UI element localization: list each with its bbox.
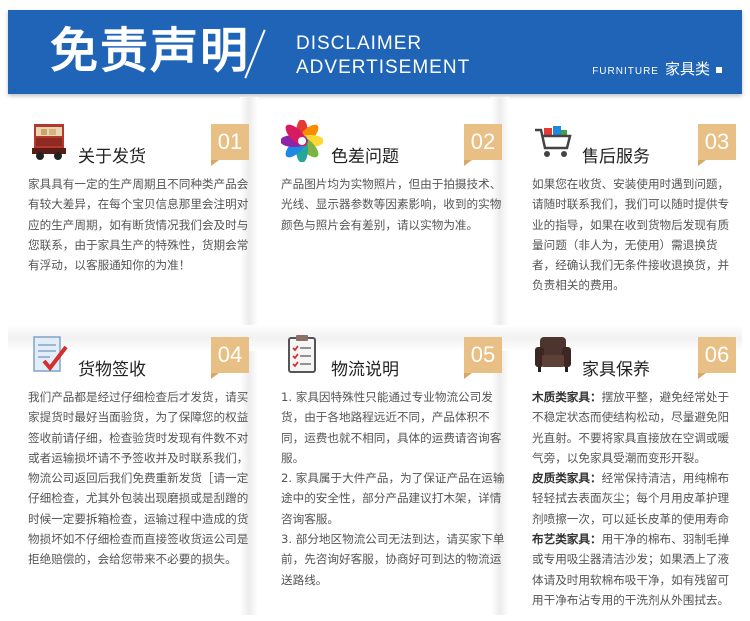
number-badge: 06	[698, 337, 736, 379]
care-item-leather: 皮质类家具：经常保持清洁，用纯棉布轻轻拭去表面灰尘；每个月用皮革护理剂喷擦一次，…	[532, 468, 740, 529]
card-text: 产品图片均为实物照片，但由于拍摄技术、光线、显示器参数等因素影响，收到的实物颜色…	[281, 177, 502, 232]
delivery-truck-icon	[32, 124, 66, 160]
card-text: 我们产品都是经过仔细检查后才发货，请买家提货时最好当面验货，为了保障您的权益签收…	[28, 390, 249, 567]
card-title: 物流说明	[331, 360, 399, 380]
armchair-icon	[535, 337, 571, 372]
card-logistics: 物流说明 05 1. 家具因特殊性只能通过专业物流公司发货，由于各地路程远近不同…	[281, 333, 506, 590]
card-body: 产品图片均为实物照片，但由于拍摄技术、光线、显示器参数等因素影响，收到的实物颜色…	[281, 174, 506, 235]
card-text: 家具具有一定的生产周期且不同种类产品会有较大差异，在每个宝贝信息那里会注明对应的…	[28, 177, 249, 273]
card-paragraph: 3. 部分地区物流公司无法到达，请买家下单前，先咨询好客服，协商好可到达的物流运…	[281, 532, 505, 587]
header-banner: 免责声明 DISCLAIMER ADVERTISEMENT FURNITURE 家…	[8, 10, 742, 94]
care-label: 布艺类家具：	[532, 532, 602, 547]
card-body: 家具具有一定的生产周期且不同种类产品会有较大差异，在每个宝贝信息那里会注明对应的…	[28, 174, 253, 275]
category-english: FURNITURE	[592, 66, 659, 77]
card-title: 色差问题	[331, 147, 399, 167]
card-title: 售后服务	[582, 147, 650, 167]
card-after-sales: 售后服务 03 如果您在收货、安装使用时遇到问题，请随时联系我们，我们可以随时提…	[532, 120, 740, 296]
number-badge: 01	[211, 124, 249, 166]
care-item-wood: 木质类家具：摆放平整，避免经常处于不稳定状态而使结构松动，尽量避免阳光直射。不要…	[532, 387, 740, 468]
card-paragraph: 1. 家具因特殊性只能通过专业物流公司发货，由于各地路程远近不同，产品体积不同，…	[281, 390, 502, 465]
care-label: 木质类家具：	[532, 390, 602, 404]
signed-document-icon	[33, 336, 68, 372]
card-body: 1. 家具因特殊性只能通过专业物流公司发货，由于各地路程远近不同，产品体积不同，…	[281, 387, 506, 590]
number-badge: 03	[698, 124, 736, 166]
english-subtitle: DISCLAIMER ADVERTISEMENT	[296, 32, 470, 80]
card-body: 如果您在收货、安装使用时遇到问题，请随时联系我们，我们可以随时提供专业的指导，如…	[532, 174, 740, 296]
care-item-fabric: 布艺类家具：用干净的棉布、羽制毛掸或专用吸尘器清洁沙发；如果洒上了液体请及时用软…	[532, 529, 740, 610]
color-wheel-icon	[281, 120, 323, 162]
category-chinese: 家具类	[664, 60, 710, 78]
shopping-cart-icon	[535, 126, 572, 157]
info-grid: 关于发货 01 家具具有一定的生产周期且不同种类产品会有较大差异，在每个宝贝信息…	[8, 97, 742, 615]
card-furniture-care: 家具保养 06 木质类家具：摆放平整，避免经常处于不稳定状态而使结构松动，尽量避…	[532, 333, 740, 610]
care-label: 皮质类家具：	[532, 471, 602, 486]
card-title: 货物签收	[78, 360, 146, 380]
card-body: 木质类家具：摆放平整，避免经常处于不稳定状态而使结构松动，尽量避免阳光直射。不要…	[532, 387, 740, 610]
card-title: 家具保养	[582, 360, 650, 380]
card-color-difference: 色差问题 02 产品图片均为实物照片，但由于拍摄技术、光线、显示器参数等因素影响…	[281, 120, 506, 235]
card-text: 如果您在收货、安装使用时遇到问题，请随时联系我们，我们可以随时提供专业的指导，如…	[532, 177, 730, 293]
category-label: FURNITURE 家具类	[592, 58, 722, 79]
card-shipping: 关于发货 01 家具具有一定的生产周期且不同种类产品会有较大差异，在每个宝贝信息…	[28, 120, 253, 275]
number-badge: 04	[211, 337, 249, 379]
number-badge: 05	[464, 337, 502, 379]
card-receipt: 货物签收 04 我们产品都是经过仔细检查后才发货，请买家提货时最好当面验货，为了…	[28, 333, 253, 570]
card-body: 我们产品都是经过仔细检查后才发货，请买家提货时最好当面验货，为了保障您的权益签收…	[28, 387, 253, 570]
subtitle-line-1: DISCLAIMER	[296, 33, 423, 54]
subtitle-line-2: ADVERTISEMENT	[296, 57, 471, 78]
card-title: 关于发货	[78, 147, 146, 167]
page-title: 免责声明	[50, 23, 251, 79]
clipboard-checklist-icon	[288, 335, 316, 373]
square-bullet-icon	[716, 66, 722, 73]
card-paragraph: 2. 家具属于大件产品，为了保证产品在运输途中的安全性，部分产品建议打木架，详情…	[281, 471, 505, 526]
number-badge: 02	[464, 124, 502, 166]
